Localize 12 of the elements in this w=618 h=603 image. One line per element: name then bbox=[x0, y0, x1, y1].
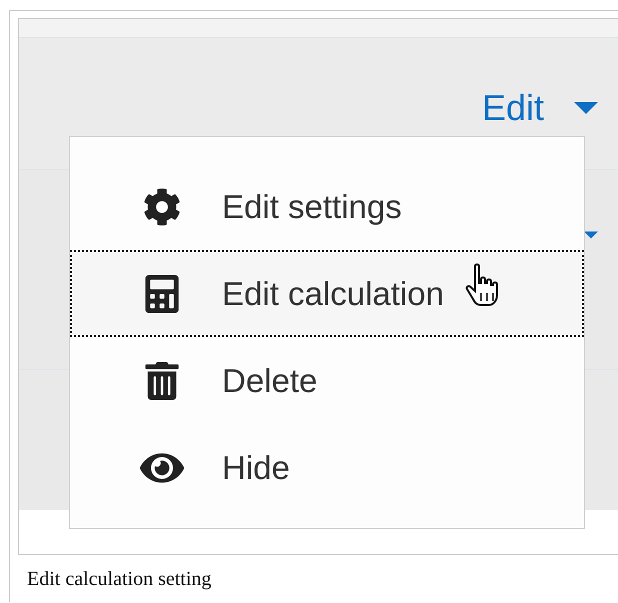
figure-caption: Edit calculation setting bbox=[26, 567, 212, 591]
caret-icon bbox=[574, 102, 598, 114]
gear-icon bbox=[143, 188, 181, 226]
calculator-icon bbox=[143, 274, 181, 312]
menu-item[interactable]: Delete bbox=[70, 337, 584, 424]
menu-item[interactable]: Edit calculation bbox=[70, 250, 584, 337]
trash-icon bbox=[143, 362, 181, 400]
caret-icon bbox=[584, 231, 598, 239]
pointer-hand-icon bbox=[465, 263, 501, 309]
edit-menu-link[interactable]: Edit bbox=[482, 78, 598, 128]
menu-item[interactable]: Edit settings bbox=[70, 163, 584, 250]
menu-item[interactable]: Hide bbox=[70, 424, 584, 511]
